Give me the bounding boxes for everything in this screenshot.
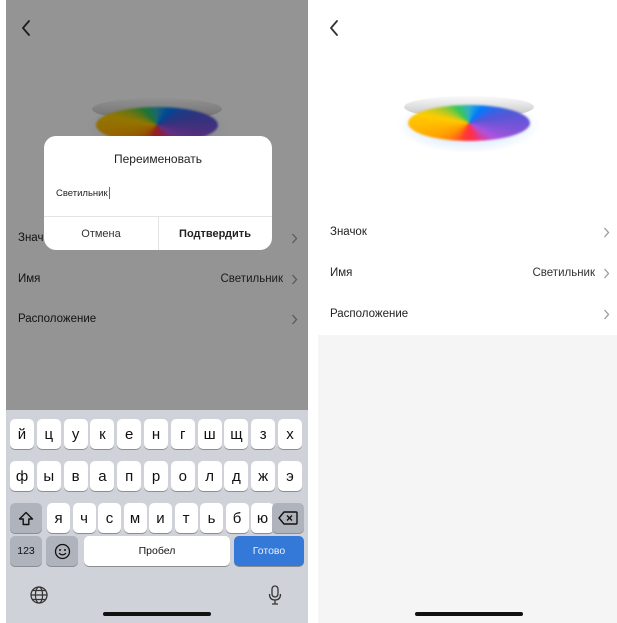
rename-screen: Знач Имя Светильник Расположение Переиме… xyxy=(6,0,308,623)
key-letter[interactable]: т xyxy=(174,503,198,533)
row-name[interactable]: Имя Светильник xyxy=(318,253,617,293)
cancel-button[interactable]: Отмена xyxy=(44,217,158,250)
chevron-right-icon xyxy=(603,309,610,320)
key-letter[interactable]: с xyxy=(98,503,121,533)
row-icon-label: Значок xyxy=(330,226,367,238)
backspace-key[interactable] xyxy=(272,503,304,533)
shift-icon xyxy=(18,511,34,525)
row-location[interactable]: Расположение xyxy=(318,294,617,334)
key-letter[interactable]: н xyxy=(144,419,168,449)
rename-dialog: Переименовать Светильник Отмена Подтверд… xyxy=(44,136,272,250)
key-letter[interactable]: г xyxy=(170,419,195,449)
key-letter[interactable]: е xyxy=(117,419,142,449)
emoji-key[interactable] xyxy=(46,536,78,566)
lamp-image xyxy=(396,96,542,154)
key-letter[interactable]: ж xyxy=(251,461,276,491)
space-key[interactable]: Пробел xyxy=(84,536,230,566)
backspace-icon xyxy=(278,511,298,525)
key-letter[interactable]: а xyxy=(90,461,115,491)
key-letter[interactable]: й xyxy=(10,419,34,449)
chevron-right-icon xyxy=(603,227,610,238)
key-letter[interactable]: в xyxy=(63,461,88,491)
key-letter[interactable]: ф xyxy=(10,461,34,491)
empty-area xyxy=(318,335,617,623)
key-letter[interactable]: ю xyxy=(251,503,274,533)
dialog-title: Переименовать xyxy=(114,152,202,166)
key-letter[interactable]: ц xyxy=(36,419,61,449)
row-icon[interactable]: Значок xyxy=(318,212,617,252)
device-settings-screen: Значок Имя Светильник Расположение xyxy=(318,0,617,623)
key-letter[interactable]: и xyxy=(149,503,172,533)
globe-button[interactable] xyxy=(26,582,52,608)
chevron-right-icon xyxy=(603,268,610,279)
globe-icon xyxy=(30,586,48,604)
rename-input[interactable]: Светильник xyxy=(56,182,260,204)
numbers-key[interactable]: 123 xyxy=(10,536,42,566)
chevron-left-icon xyxy=(330,20,338,36)
key-letter[interactable]: п xyxy=(117,461,142,491)
microphone-icon xyxy=(268,585,282,605)
row-name-value: Светильник xyxy=(532,267,596,279)
key-letter[interactable]: щ xyxy=(224,419,249,449)
key-letter[interactable]: х xyxy=(278,419,302,449)
key-letter[interactable]: ы xyxy=(36,461,61,491)
row-location-label: Расположение xyxy=(330,308,409,320)
key-letter[interactable]: э xyxy=(278,461,302,491)
text-caret xyxy=(108,187,110,199)
key-letter[interactable]: я xyxy=(47,503,70,533)
confirm-button[interactable]: Подтвердить xyxy=(158,217,272,250)
home-indicator xyxy=(415,612,523,616)
key-letter[interactable]: л xyxy=(197,461,222,491)
key-letter[interactable]: ш xyxy=(197,419,222,449)
microphone-button[interactable] xyxy=(262,582,288,608)
key-letter[interactable]: м xyxy=(123,503,147,533)
keyboard: йцукенгшщзх фывапролджэ ячсмитьбю 123 Проб… xyxy=(6,410,308,623)
key-letter[interactable]: ч xyxy=(72,503,96,533)
key-letter[interactable]: б xyxy=(225,503,249,533)
back-button[interactable] xyxy=(322,14,346,42)
key-letter[interactable]: о xyxy=(170,461,195,491)
emoji-icon xyxy=(54,543,70,559)
key-letter[interactable]: к xyxy=(90,419,115,449)
key-letter[interactable]: р xyxy=(144,461,168,491)
key-letter[interactable]: д xyxy=(224,461,249,491)
done-key[interactable]: Готово xyxy=(234,536,304,566)
row-name-label: Имя xyxy=(330,267,353,279)
rename-input-value: Светильник xyxy=(56,187,108,199)
home-indicator xyxy=(103,612,211,616)
key-letter[interactable]: з xyxy=(251,419,276,449)
shift-key[interactable] xyxy=(10,503,42,533)
key-letter[interactable]: у xyxy=(63,419,88,449)
key-letter[interactable]: ь xyxy=(200,503,223,533)
